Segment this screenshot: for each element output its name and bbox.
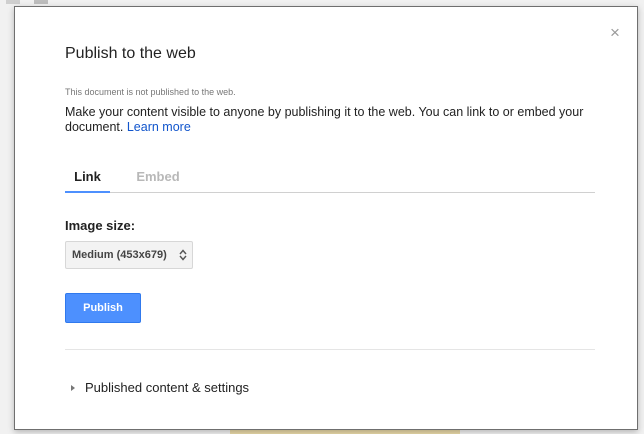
tab-embed[interactable]: Embed [133,169,183,191]
triangle-right-icon [71,384,75,391]
tab-link[interactable]: Link [65,169,110,193]
publish-button[interactable]: Publish [65,293,141,323]
published-settings-label: Published content & settings [85,380,250,395]
background-strip [230,430,460,434]
background-mark [6,0,20,4]
background-mark [34,0,48,4]
section-divider [65,349,595,350]
image-size-selected-value: Medium (453x679) [72,249,167,261]
close-icon[interactable]: × [607,24,623,41]
learn-more-link[interactable]: Learn more [127,120,191,134]
publish-dialog: × Publish to the web This document is no… [14,6,638,430]
dialog-description: Make your content visible to anyone by p… [65,105,585,135]
tab-bar: Link Embed [65,169,595,193]
publish-status-notice: This document is not published to the we… [65,87,236,97]
dialog-title: Publish to the web [65,45,196,62]
up-down-arrows-icon [179,249,187,261]
published-settings-toggle[interactable]: Published content & settings [71,380,249,396]
image-size-label: Image size: [65,218,136,233]
image-size-select[interactable]: Medium (453x679) [65,241,193,269]
